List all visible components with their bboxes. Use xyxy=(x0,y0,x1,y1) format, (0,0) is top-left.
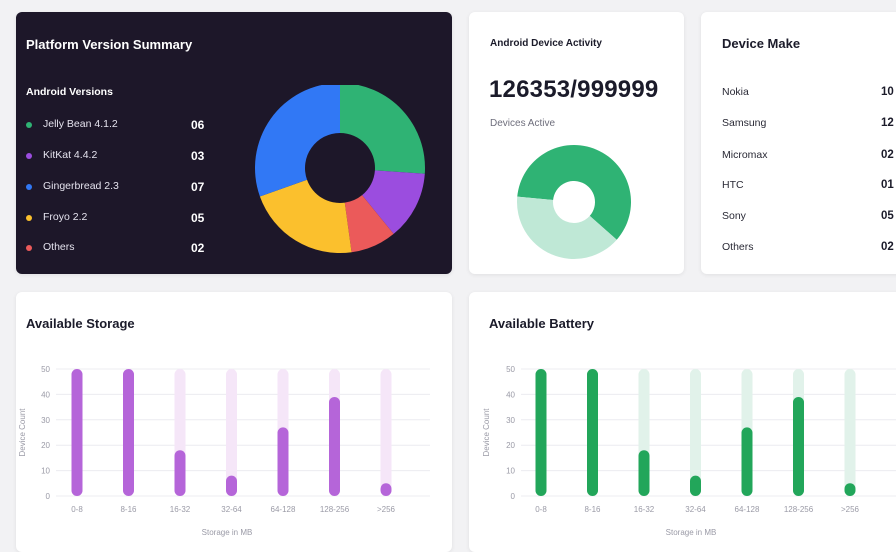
y-tick-label: 0 xyxy=(511,492,516,501)
legend-dot-froyo xyxy=(26,215,32,221)
storage-bar-chart: 0 10 20 30 40 50 0-8 8-16 16-32 32-64 64-128 128-25… xyxy=(18,365,430,537)
x-tick-label: 0-8 xyxy=(71,505,83,514)
bar-32-64 xyxy=(690,475,701,496)
y-tick-label: 30 xyxy=(506,416,515,425)
make-value-others: 02 xyxy=(881,241,894,253)
y-tick-label: 20 xyxy=(41,441,50,450)
make-value-sony: 05 xyxy=(881,210,894,222)
bar-128-256 xyxy=(329,396,340,496)
x-tick-label: 64-128 xyxy=(735,505,760,514)
available-storage-card: Available Storage 0 10 20 30 40 50 0-8 8-16 16-3… xyxy=(16,292,452,552)
bar-0-8 xyxy=(71,369,83,496)
legend-label-others: Others xyxy=(43,241,75,253)
legend-value-kitkat: 03 xyxy=(191,149,205,163)
make-value-htc: 01 xyxy=(881,179,894,191)
platform-version-title: Platform Version Summary xyxy=(26,37,193,52)
legend-label-jelly-bean: Jelly Bean 4.1.2 xyxy=(43,118,118,130)
x-tick-label: 32-64 xyxy=(221,505,242,514)
make-label-nokia: Nokia xyxy=(722,86,749,98)
device-activity-title: Android Device Activity xyxy=(490,38,602,49)
y-tick-label: 0 xyxy=(46,492,51,501)
y-axis-label: Device Count xyxy=(482,408,491,457)
battery-bar-chart: 0 10 20 30 40 50 0-8 8-16 16-32 32-64 64-128 128-25… xyxy=(482,365,896,537)
make-label-micromax: Micromax xyxy=(722,149,768,161)
device-activity-card: Android Device Activity 126353/999999 De… xyxy=(469,12,684,274)
legend-value-others: 02 xyxy=(191,241,205,255)
legend-dot-jelly-bean xyxy=(26,122,32,128)
bar-gt256 xyxy=(844,483,856,496)
x-tick-label: 0-8 xyxy=(535,505,547,514)
make-value-nokia: 10 xyxy=(881,86,894,98)
legend-dot-gingerbread xyxy=(26,184,32,190)
legend-value-gingerbread: 07 xyxy=(191,180,205,194)
active-device-count: 126353/999999 xyxy=(489,76,659,103)
x-tick-label: 8-16 xyxy=(120,505,137,514)
devices-active-label: Devices Active xyxy=(490,118,556,129)
x-tick-label: 128-256 xyxy=(320,505,350,514)
android-versions-subtitle: Android Versions xyxy=(26,86,113,98)
x-tick-label: 64-128 xyxy=(271,505,296,514)
x-tick-label: 8-16 xyxy=(584,505,601,514)
make-label-others: Others xyxy=(722,241,754,253)
bar-128-256 xyxy=(793,396,804,496)
y-tick-label: 20 xyxy=(506,441,515,450)
platform-version-card: Platform Version Summary Android Version… xyxy=(16,12,452,274)
legend-label-froyo: Froyo 2.2 xyxy=(43,211,88,223)
bar-16-32 xyxy=(174,450,186,496)
x-tick-label: 16-32 xyxy=(634,505,655,514)
available-battery-card: Available Battery 0 10 20 30 40 50 0-8 8-16 16-3… xyxy=(469,292,896,552)
legend-dot-kitkat xyxy=(26,153,32,159)
x-tick-label: 128-256 xyxy=(784,505,814,514)
x-tick-label: 16-32 xyxy=(170,505,191,514)
donut-slice-gingerbread xyxy=(255,85,340,197)
legend-value-froyo: 05 xyxy=(191,211,205,225)
bar-track-gt256 xyxy=(380,369,392,496)
y-tick-label: 40 xyxy=(506,390,515,399)
bar-8-16 xyxy=(123,369,134,496)
x-axis-label: Storage in MB xyxy=(666,528,717,537)
y-tick-label: 10 xyxy=(506,467,515,476)
y-tick-label: 10 xyxy=(41,467,50,476)
x-tick-label: 32-64 xyxy=(685,505,706,514)
bar-track-gt256 xyxy=(844,369,856,496)
bar-gt256 xyxy=(380,483,392,496)
legend-label-kitkat: KitKat 4.4.2 xyxy=(43,149,98,161)
y-tick-label: 40 xyxy=(41,390,50,399)
y-tick-label: 30 xyxy=(41,416,50,425)
legend-label-gingerbread: Gingerbread 2.3 xyxy=(43,180,119,192)
device-make-title: Device Make xyxy=(722,36,801,51)
bar-16-32 xyxy=(638,450,650,496)
platform-donut-chart xyxy=(255,85,425,254)
bar-64-128 xyxy=(277,427,289,496)
make-value-micromax: 02 xyxy=(881,149,894,161)
bar-32-64 xyxy=(226,475,237,496)
make-value-samsung: 12 xyxy=(881,117,894,129)
x-tick-label: >256 xyxy=(377,505,396,514)
legend-value-jelly-bean: 06 xyxy=(191,118,205,132)
make-label-htc: HTC xyxy=(722,179,744,191)
device-make-card: Device Make Nokia 10 Samsung 12 Micromax… xyxy=(701,12,896,274)
x-tick-label: >256 xyxy=(841,505,860,514)
legend-dot-others xyxy=(26,245,32,251)
bar-64-128 xyxy=(741,427,753,496)
bar-8-16 xyxy=(587,369,598,496)
available-battery-title: Available Battery xyxy=(489,316,595,331)
activity-donut-chart xyxy=(517,145,631,259)
make-label-sony: Sony xyxy=(722,210,746,222)
make-label-samsung: Samsung xyxy=(722,117,767,129)
available-storage-title: Available Storage xyxy=(26,316,135,331)
y-axis-label: Device Count xyxy=(18,408,27,457)
donut-slice-jelly-bean xyxy=(340,85,425,174)
y-tick-label: 50 xyxy=(506,365,515,374)
x-axis-label: Storage in MB xyxy=(202,528,253,537)
bar-0-8 xyxy=(535,369,547,496)
y-tick-label: 50 xyxy=(41,365,50,374)
